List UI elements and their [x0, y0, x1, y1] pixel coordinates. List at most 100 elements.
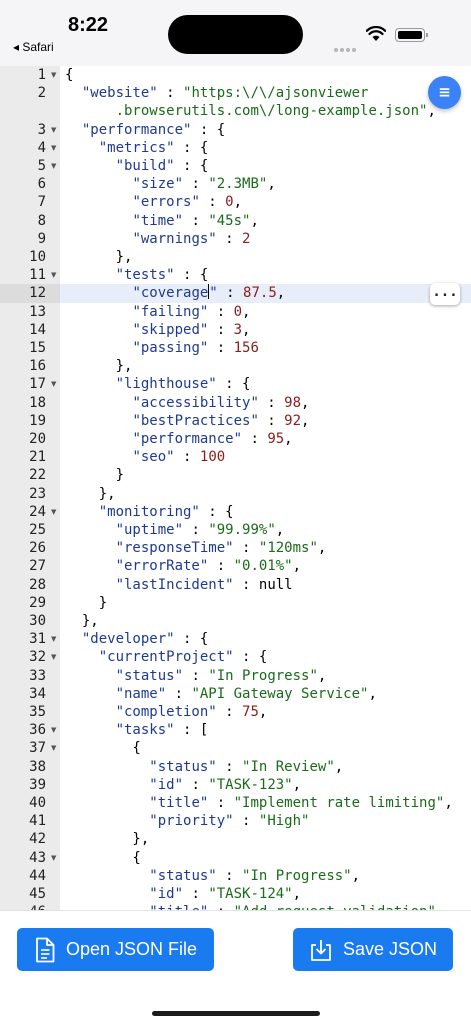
code-line[interactable]: 23 },	[0, 485, 471, 503]
code-text[interactable]: "title" : "Implement rate limiting",	[65, 794, 452, 812]
code-text[interactable]: .browserutils.com\/long-example.json",	[65, 102, 436, 120]
code-line[interactable]: 19 "bestPractices" : 92,	[0, 412, 471, 430]
code-text[interactable]: },	[65, 612, 99, 630]
code-text[interactable]: "uptime" : "99.99%",	[65, 521, 285, 539]
fold-toggle-icon[interactable]: ▼	[51, 139, 56, 157]
code-text[interactable]: "passing" : 156	[65, 339, 258, 357]
code-line[interactable]: 29 }	[0, 594, 471, 612]
code-line[interactable]: 25 "uptime" : "99.99%",	[0, 521, 471, 539]
code-text[interactable]: "performance" : 95,	[65, 430, 292, 448]
code-line[interactable]: 5 ▼ "build" : {	[0, 157, 471, 175]
code-text[interactable]: "time" : "45s",	[65, 212, 258, 230]
code-text[interactable]: "priority" : "High"	[65, 812, 309, 830]
fold-toggle-icon[interactable]: ▼	[51, 503, 56, 521]
code-text[interactable]: "coverage" : 87.5,	[65, 284, 285, 302]
fold-toggle-icon[interactable]: ▼	[51, 721, 56, 739]
code-line[interactable]: 35 "completion" : 75,	[0, 703, 471, 721]
code-line[interactable]: 32 ▼ "currentProject" : {	[0, 648, 471, 666]
code-line[interactable]: 1 ▼{	[0, 66, 471, 84]
fold-toggle-icon[interactable]: ▼	[51, 157, 56, 175]
code-line[interactable]: 2 "website" : "https:\/\/ajsonviewer	[0, 84, 471, 102]
code-text[interactable]: "build" : {	[65, 157, 209, 175]
code-line[interactable]: 42 },	[0, 830, 471, 848]
code-text[interactable]: "lighthouse" : {	[65, 375, 251, 393]
fold-toggle-icon[interactable]: ▼	[51, 849, 56, 867]
code-line[interactable]: 30 },	[0, 612, 471, 630]
code-text[interactable]: "status" : "In Progress",	[65, 867, 360, 885]
code-text[interactable]: "currentProject" : {	[65, 648, 268, 666]
code-line[interactable]: 15 "passing" : 156	[0, 339, 471, 357]
code-text[interactable]: "status" : "In Progress",	[65, 667, 327, 685]
code-line[interactable]: 6 "size" : "2.3MB",	[0, 175, 471, 193]
code-text[interactable]: "accessibility" : 98,	[65, 394, 309, 412]
code-line[interactable]: 31 ▼ "developer" : {	[0, 630, 471, 648]
code-text[interactable]: "bestPractices" : 92,	[65, 412, 309, 430]
code-line[interactable]: 27 "errorRate" : "0.01%",	[0, 557, 471, 575]
code-text[interactable]: },	[65, 830, 149, 848]
code-line[interactable]: 16 },	[0, 357, 471, 375]
code-line[interactable]: 13 "failing" : 0,	[0, 303, 471, 321]
code-text[interactable]: "seo" : 100	[65, 448, 225, 466]
code-line[interactable]: 3 ▼ "performance" : {	[0, 121, 471, 139]
code-text[interactable]: "warnings" : 2	[65, 230, 250, 248]
fold-toggle-icon[interactable]: ▼	[51, 630, 56, 648]
code-line[interactable]: 36 ▼ "tasks" : [	[0, 721, 471, 739]
code-line[interactable]: .browserutils.com\/long-example.json",	[0, 102, 471, 120]
save-json-button[interactable]: Save JSON	[293, 928, 453, 971]
code-text[interactable]: "id" : "TASK-124",	[65, 885, 301, 903]
code-text[interactable]: "monitoring" : {	[65, 503, 234, 521]
code-line[interactable]: 40 "title" : "Implement rate limiting",	[0, 794, 471, 812]
code-text[interactable]: },	[65, 248, 133, 266]
code-line[interactable]: 10 },	[0, 248, 471, 266]
code-text[interactable]: "size" : "2.3MB",	[65, 175, 275, 193]
code-text[interactable]: "status" : "In Review",	[65, 758, 343, 776]
more-options-button[interactable]: ...	[430, 283, 460, 305]
code-text[interactable]: "completion" : 75,	[65, 703, 268, 721]
open-json-file-button[interactable]: Open JSON File	[17, 928, 214, 971]
code-text[interactable]: "title" : "Add request validation",	[65, 903, 444, 910]
code-text[interactable]: {	[65, 739, 140, 757]
code-line[interactable]: 21 "seo" : 100	[0, 448, 471, 466]
code-text[interactable]: "responseTime" : "120ms",	[65, 539, 327, 557]
code-text[interactable]: "website" : "https:\/\/ajsonviewer	[65, 84, 369, 102]
code-line[interactable]: 46 "title" : "Add request validation",	[0, 903, 471, 910]
code-line[interactable]: 39 "id" : "TASK-123",	[0, 776, 471, 794]
code-line[interactable]: 37 ▼ {	[0, 739, 471, 757]
back-to-safari-link[interactable]: ◂ Safari	[13, 40, 54, 54]
code-line[interactable]: 18 "accessibility" : 98,	[0, 394, 471, 412]
fold-toggle-icon[interactable]: ▼	[51, 66, 56, 84]
code-line[interactable]: 9 "warnings" : 2	[0, 230, 471, 248]
code-text[interactable]: "errors" : 0,	[65, 193, 242, 211]
code-text[interactable]: "skipped" : 3,	[65, 321, 250, 339]
json-editor[interactable]: 1 ▼{2 "website" : "https:\/\/ajsonviewer …	[0, 66, 471, 910]
code-line[interactable]: 14 "skipped" : 3,	[0, 321, 471, 339]
code-text[interactable]: {	[65, 849, 140, 867]
code-text[interactable]: "tasks" : [	[65, 721, 209, 739]
code-text[interactable]: "id" : "TASK-123",	[65, 776, 301, 794]
code-text[interactable]: }	[65, 466, 124, 484]
code-line[interactable]: 26 "responseTime" : "120ms",	[0, 539, 471, 557]
code-line[interactable]: 34 "name" : "API Gateway Service",	[0, 685, 471, 703]
code-line[interactable]: 28 "lastIncident" : null	[0, 576, 471, 594]
fold-toggle-icon[interactable]: ▼	[51, 375, 56, 393]
code-line[interactable]: 24 ▼ "monitoring" : {	[0, 503, 471, 521]
code-line[interactable]: 11 ▼ "tests" : {	[0, 266, 471, 284]
code-line[interactable]: 4 ▼ "metrics" : {	[0, 139, 471, 157]
fold-toggle-icon[interactable]: ▼	[51, 739, 56, 757]
fold-toggle-icon[interactable]: ▼	[51, 648, 56, 666]
code-line[interactable]: 17 ▼ "lighthouse" : {	[0, 375, 471, 393]
code-text[interactable]: },	[65, 485, 116, 503]
code-text[interactable]: "lastIncident" : null	[65, 576, 293, 594]
code-text[interactable]: "failing" : 0,	[65, 303, 250, 321]
code-text[interactable]: "tests" : {	[65, 266, 209, 284]
fold-toggle-icon[interactable]: ▼	[51, 121, 56, 139]
code-text[interactable]: "errorRate" : "0.01%",	[65, 557, 301, 575]
code-line[interactable]: 22 }	[0, 466, 471, 484]
code-text[interactable]: "metrics" : {	[65, 139, 209, 157]
code-line[interactable]: 12 "coverage" : 87.5,	[0, 284, 471, 303]
code-line[interactable]: 8 "time" : "45s",	[0, 212, 471, 230]
code-text[interactable]: },	[65, 357, 133, 375]
code-line[interactable]: 33 "status" : "In Progress",	[0, 667, 471, 685]
fold-toggle-icon[interactable]: ▼	[51, 266, 56, 284]
menu-button[interactable]: ≡	[428, 76, 461, 109]
